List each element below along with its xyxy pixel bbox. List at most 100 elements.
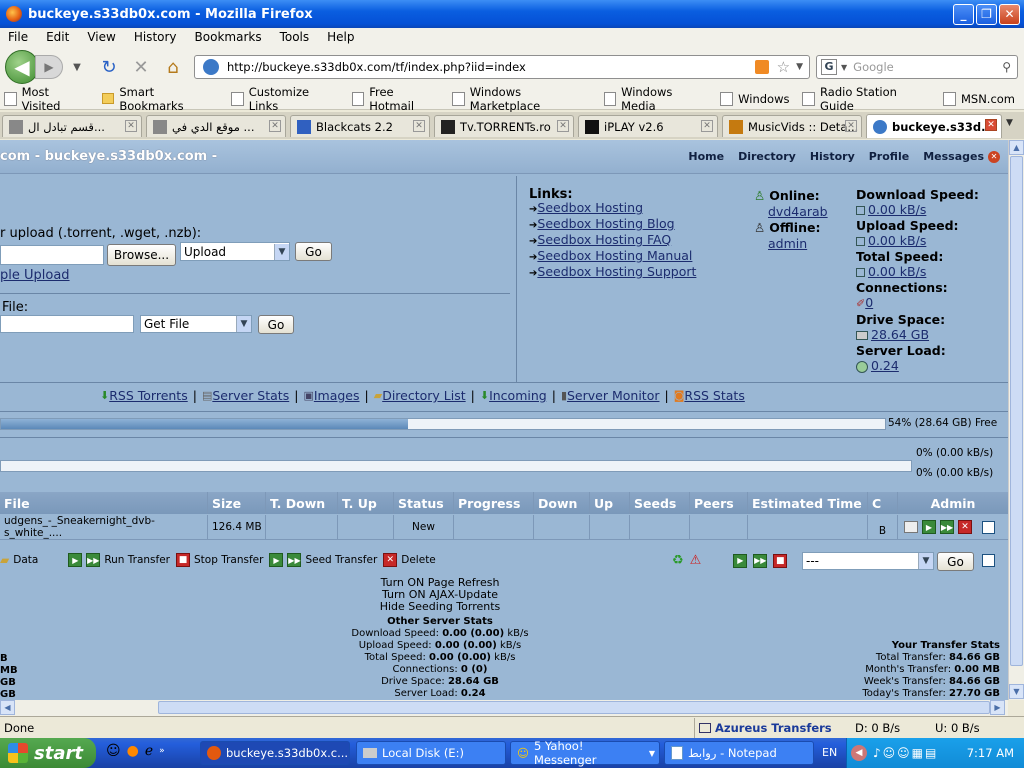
rss-feed-icon[interactable] bbox=[754, 60, 769, 74]
data-link[interactable]: Data bbox=[13, 554, 38, 566]
tab-2[interactable]: موقع الدي في ... ✕ bbox=[146, 115, 286, 137]
download-speed-value[interactable]: 0.00 kB/s bbox=[868, 202, 926, 217]
row-file-name[interactable]: udgens_-_Sneakernight_dvb-s_white_.... bbox=[0, 515, 208, 539]
task-notepad[interactable]: روابط - Notepad bbox=[664, 741, 814, 765]
scroll-down-button[interactable]: ▼ bbox=[1009, 684, 1024, 699]
nav-directory[interactable]: Directory bbox=[738, 150, 796, 163]
scroll-right-button[interactable]: ▶ bbox=[990, 700, 1005, 715]
url-dropdown-icon[interactable]: ▼ bbox=[796, 62, 803, 72]
azureus-status[interactable]: Azureus Transfers D: 0 B/s U: 0 B/s bbox=[694, 717, 1024, 738]
tab-4[interactable]: Tv.TORRENTs.ro ✕ bbox=[434, 115, 574, 137]
reload-icon[interactable]: ↻ bbox=[97, 55, 121, 79]
close-window-button[interactable]: ✕ bbox=[999, 3, 1020, 25]
bookmark-free-hotmail[interactable]: Free Hotmail bbox=[348, 85, 440, 113]
stop-transfer-button[interactable]: Stop Transfer bbox=[194, 554, 263, 566]
messages-close-icon[interactable]: ✕ bbox=[988, 150, 1000, 163]
tab-7-active[interactable]: buckeye.s33d... ✕ bbox=[866, 114, 1002, 138]
bookmark-windows-marketplace[interactable]: Windows Marketplace bbox=[448, 85, 590, 113]
get-file-select[interactable]: Get File ▼ bbox=[140, 315, 252, 333]
row-select-checkbox[interactable] bbox=[982, 520, 995, 534]
menu-edit[interactable]: Edit bbox=[46, 30, 69, 44]
drive-space-value[interactable]: 28.64 GB bbox=[871, 327, 929, 342]
vertical-scrollbar[interactable]: ▲ ▼ bbox=[1008, 140, 1024, 700]
firefox-launch-icon[interactable]: ● bbox=[127, 743, 139, 759]
menu-help[interactable]: Help bbox=[327, 30, 354, 44]
engine-dropdown-icon[interactable]: ▼ bbox=[841, 63, 847, 72]
online-user-link[interactable]: dvd4arab bbox=[754, 204, 828, 220]
run-transfer-icon[interactable]: ▶ bbox=[922, 520, 936, 534]
get-file-input[interactable] bbox=[0, 315, 134, 333]
col-status[interactable]: Status bbox=[394, 492, 454, 514]
col-peers[interactable]: Peers bbox=[690, 492, 748, 514]
link-seedbox-blog[interactable]: ➔Seedbox Hosting Blog bbox=[529, 217, 696, 233]
tray-icons[interactable]: ♪☺☺▦▤ bbox=[873, 746, 938, 760]
directory-list-link[interactable]: Directory List bbox=[382, 388, 465, 403]
address-bar[interactable]: http://buckeye.s33db0x.com/tf/index.php?… bbox=[194, 55, 810, 79]
bulk-go-button[interactable]: Go bbox=[937, 552, 974, 571]
link-seedbox-manual[interactable]: ➔Seedbox Hosting Manual bbox=[529, 249, 696, 265]
incoming-link[interactable]: Incoming bbox=[489, 388, 547, 403]
bookmark-smart-bookmarks[interactable]: Smart Bookmarks bbox=[98, 85, 218, 113]
tab-5[interactable]: iPLAY v2.6 ✕ bbox=[578, 115, 718, 137]
link-seedbox-faq[interactable]: ➔Seedbox Hosting FAQ bbox=[529, 233, 696, 249]
start-button[interactable]: start bbox=[0, 738, 96, 768]
start-all-icon[interactable]: ▶ bbox=[733, 553, 748, 568]
task-yahoo-messenger[interactable]: ☺ 5 Yahoo! Messenger ▼ bbox=[510, 739, 660, 767]
close-tab-icon[interactable]: ✕ bbox=[125, 120, 137, 132]
tab-1[interactable]: قسم تبادل ال... ✕ bbox=[2, 115, 142, 137]
back-button[interactable]: ◀ bbox=[5, 50, 39, 84]
vertical-scroll-thumb[interactable] bbox=[1010, 156, 1023, 666]
minimize-button[interactable]: _ bbox=[953, 3, 974, 25]
messenger-icon[interactable]: ☺ bbox=[106, 743, 121, 759]
google-engine-icon[interactable]: G bbox=[821, 59, 837, 75]
hide-seeding-toggle[interactable]: Hide Seeding Torrents bbox=[320, 601, 560, 613]
language-indicator[interactable]: EN bbox=[822, 746, 837, 759]
run-transfer-button[interactable]: Run Transfer bbox=[104, 554, 170, 566]
tab-list-icon[interactable]: ▼ bbox=[1006, 118, 1013, 128]
multiple-upload-link[interactable]: ple Upload bbox=[0, 268, 70, 283]
link-seedbox-support[interactable]: ➔Seedbox Hosting Support bbox=[529, 265, 696, 281]
nav-messages[interactable]: Messages bbox=[923, 150, 984, 163]
bookmark-windows[interactable]: Windows bbox=[716, 91, 789, 106]
task-firefox[interactable]: buckeye.s33db0x.c... bbox=[200, 741, 350, 765]
bookmark-radio-station-guide[interactable]: Radio Station Guide bbox=[798, 85, 930, 113]
close-tab-icon[interactable]: ✕ bbox=[845, 120, 857, 132]
connections-value[interactable]: 0 bbox=[865, 295, 873, 310]
delete-button[interactable]: Delete bbox=[401, 554, 436, 566]
bookmark-star-icon[interactable]: ☆ bbox=[777, 58, 790, 76]
close-tab-icon[interactable]: ✕ bbox=[701, 120, 713, 132]
nav-profile[interactable]: Profile bbox=[869, 150, 909, 163]
close-tab-icon[interactable]: ✕ bbox=[985, 119, 997, 131]
stop-icon[interactable]: ✕ bbox=[129, 55, 153, 79]
ie-icon[interactable]: ℯ bbox=[145, 743, 153, 759]
bookmark-windows-media[interactable]: Windows Media bbox=[600, 85, 708, 113]
upload-go-button[interactable]: Go bbox=[295, 242, 332, 261]
upload-file-input[interactable] bbox=[0, 245, 104, 265]
tab-6[interactable]: MusicVids :: Deta... ✕ bbox=[722, 115, 862, 137]
rss-torrents-link[interactable]: RSS Torrents bbox=[109, 388, 188, 403]
scroll-left-button[interactable]: ◀ bbox=[0, 700, 15, 715]
delete-icon[interactable]: ✕ bbox=[958, 520, 972, 534]
close-tab-icon[interactable]: ✕ bbox=[557, 120, 569, 132]
col-estimated-time[interactable]: Estimated Time bbox=[748, 492, 868, 514]
url-text[interactable]: http://buckeye.s33db0x.com/tf/index.php?… bbox=[227, 60, 755, 74]
bulk-action-select[interactable]: --- ▼ bbox=[802, 552, 934, 570]
nav-home[interactable]: Home bbox=[688, 150, 724, 163]
browse-button[interactable]: Browse... bbox=[107, 244, 176, 266]
bookmark-msn[interactable]: MSN.com bbox=[939, 91, 1015, 106]
warning-icon[interactable]: ⚠ bbox=[690, 553, 702, 568]
quick-launch-more-icon[interactable]: » bbox=[159, 746, 165, 756]
tray-expand-icon[interactable]: ◀ bbox=[851, 745, 867, 761]
col-t-up[interactable]: T. Up bbox=[338, 492, 394, 514]
server-stats-link[interactable]: Server Stats bbox=[212, 388, 289, 403]
link-seedbox-hosting[interactable]: ➔Seedbox Hosting bbox=[529, 201, 696, 217]
search-box[interactable]: G ▼ Google ⚲ bbox=[816, 55, 1018, 79]
forward-button[interactable]: ▶ bbox=[35, 55, 63, 79]
col-up[interactable]: Up bbox=[590, 492, 630, 514]
tab-3[interactable]: Blackcats 2.2 ✕ bbox=[290, 115, 430, 137]
scroll-up-button[interactable]: ▲ bbox=[1009, 140, 1024, 155]
maximize-button[interactable]: ❐ bbox=[976, 3, 997, 25]
upload-type-select[interactable]: Upload ▼ bbox=[180, 242, 290, 261]
server-load-value[interactable]: 0.24 bbox=[871, 358, 899, 373]
horizontal-scrollbar[interactable]: ◀ ▶ bbox=[0, 700, 1008, 716]
